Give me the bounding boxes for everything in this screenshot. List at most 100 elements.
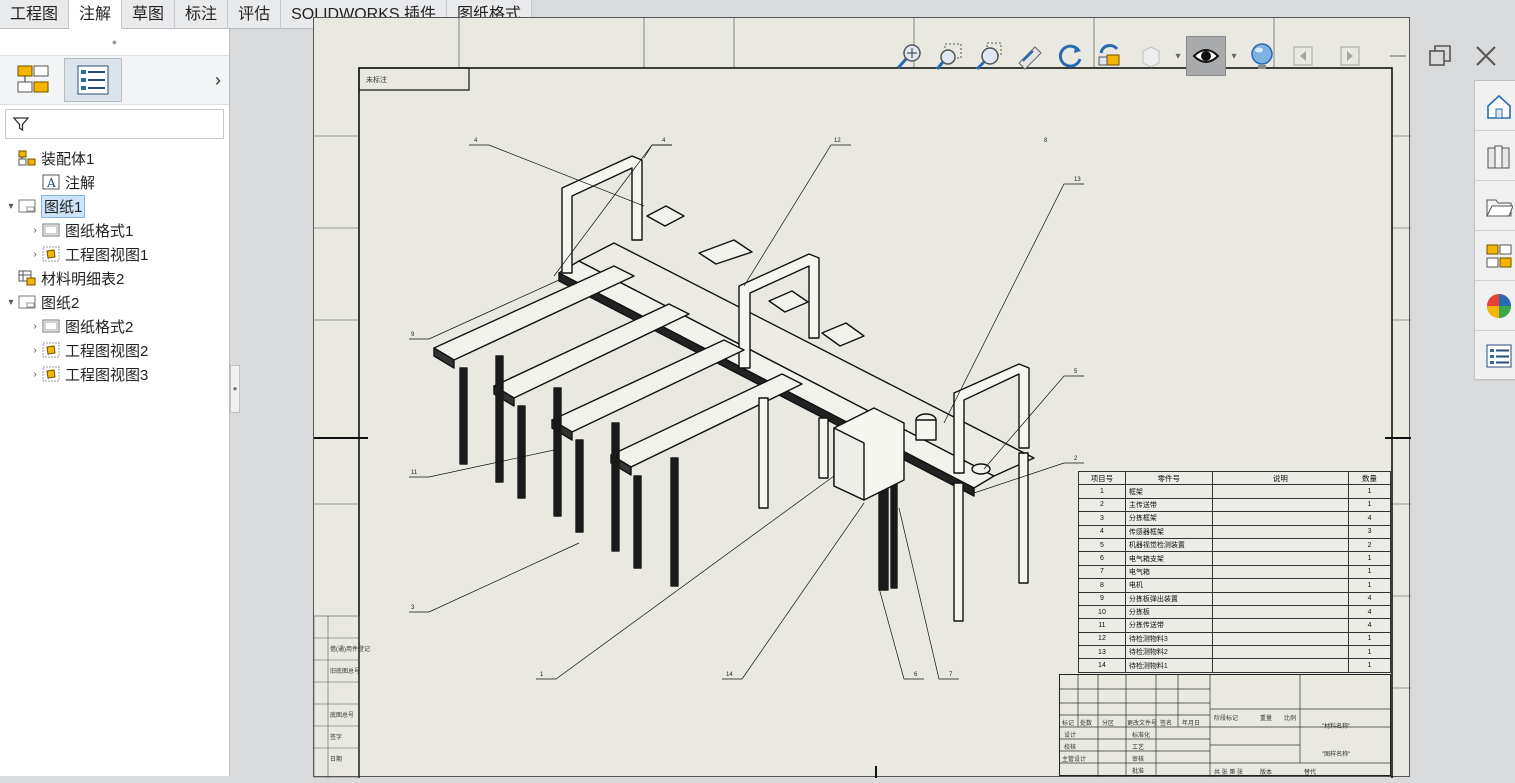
bom-icon [18, 270, 36, 286]
side-label: 日期 [330, 757, 343, 763]
bom-cell: 待检测物料3 [1124, 631, 1213, 647]
sheet-format-icon [42, 318, 60, 334]
tree-item-label: 图纸1 [41, 194, 86, 218]
bom-row: 8 电机 1 [1078, 578, 1391, 593]
balloon-label: 11 [411, 470, 418, 476]
tree-item[interactable]: › 工程图视图1 [0, 242, 229, 266]
eye-icon [1192, 49, 1220, 63]
bom-cell: 电气箱 [1124, 564, 1213, 580]
tree-item[interactable]: ▾ 图纸2 [0, 290, 229, 314]
bom-header: 项目号 [1078, 470, 1126, 486]
tb-label: 签名 [1160, 721, 1173, 727]
minimize-icon[interactable] [1380, 39, 1416, 73]
tree-item[interactable]: › 工程图视图2 [0, 338, 229, 362]
file-explorer-tab[interactable] [1475, 181, 1515, 231]
tree-item[interactable]: 装配体1 [0, 146, 229, 170]
bom-cell: 1 [1348, 658, 1391, 673]
tree-expander-icon[interactable]: ▾ [4, 297, 18, 308]
apply-scene-button[interactable] [1242, 36, 1282, 76]
hide-show-dropdown[interactable]: ▾ [1226, 36, 1242, 76]
bom-cell [1211, 511, 1350, 526]
bom-header-row: 项目号 零件号 说明 数量 [1078, 470, 1391, 486]
tree-item[interactable]: › 图纸格式1 [0, 218, 229, 242]
tab-annotation[interactable]: 注解 [69, 0, 123, 29]
previous-view-button[interactable] [970, 36, 1010, 76]
bill-of-materials-table[interactable]: 项目号 零件号 说明 数量 1 框架 1 2 主传送带 1 3 分拣框架 4 4 传感器框架 3 5 机器… [1078, 470, 1391, 673]
tree-filter[interactable] [5, 109, 224, 139]
tb-label: 校核 [1064, 745, 1077, 751]
bom-cell: 7 [1078, 564, 1126, 580]
tab-evaluate[interactable]: 评估 [228, 0, 282, 29]
tree-expander-icon[interactable]: › [28, 249, 42, 260]
hide-show-items-button[interactable] [1186, 36, 1226, 76]
bom-cell [1211, 497, 1350, 513]
section-view-button[interactable] [1010, 36, 1050, 76]
balloon-label: 6 [914, 672, 918, 678]
bom-cell: 8 [1078, 578, 1126, 593]
bom-cell [1211, 484, 1350, 499]
bom-cell: 待检测物料1 [1124, 658, 1213, 673]
panel-expand-arrow[interactable]: › [215, 70, 221, 91]
balloon-label: 1 [540, 672, 544, 678]
tree-item[interactable]: ▾ 图纸1 [0, 194, 229, 218]
tree-expander-icon[interactable]: ▾ [4, 201, 18, 212]
custom-properties-tab[interactable] [1475, 331, 1515, 381]
tb-label: 审核 [1132, 757, 1145, 763]
tree-expander-icon[interactable]: › [28, 345, 42, 356]
bom-row: 10 分拣板 4 [1078, 604, 1391, 620]
tree-item[interactable]: 材料明细表2 [0, 266, 229, 290]
zoom-to-fit-button[interactable] [890, 36, 930, 76]
side-label: 借(通)用件登记 [330, 647, 370, 653]
close-window-icon[interactable] [1468, 39, 1504, 73]
tree-expander-icon[interactable]: › [28, 369, 42, 380]
tree-expander-icon[interactable]: › [28, 225, 42, 236]
tb-label: 主管设计 [1062, 757, 1087, 763]
display-style-dropdown[interactable]: ▾ [1170, 36, 1186, 76]
feature-manager-tab[interactable] [4, 58, 62, 102]
tree-item[interactable]: › 图纸格式2 [0, 314, 229, 338]
rotate-view-button[interactable] [1050, 36, 1090, 76]
tree-item-label: 材料明细表2 [41, 270, 125, 288]
books-icon [1487, 145, 1510, 168]
bom-cell: 2 [1078, 497, 1126, 513]
bom-cell: 14 [1078, 658, 1126, 673]
zoom-area-button[interactable] [930, 36, 970, 76]
balloon-label: 4 [474, 138, 478, 144]
tab-sketch[interactable]: 草图 [122, 0, 176, 29]
display-style-button[interactable] [1130, 36, 1170, 76]
tree-item[interactable]: A 注解 [0, 170, 229, 194]
tb-label: 阶段标记 [1214, 716, 1239, 722]
side-label: 底图总号 [330, 713, 355, 719]
view-palette-tab[interactable] [1475, 231, 1515, 281]
bom-cell: 12 [1078, 631, 1126, 647]
drawing-view-icon [42, 342, 60, 358]
bom-cell: 10 [1078, 604, 1126, 620]
svg-text:A: A [46, 176, 56, 190]
bom-cell: 3 [1348, 524, 1391, 539]
bom-cell: 待检测物料2 [1124, 645, 1213, 660]
bom-cell: 电机 [1124, 578, 1213, 593]
bom-row: 4 传感器框架 3 [1078, 524, 1391, 539]
tree-item[interactable]: › 工程图视图3 [0, 362, 229, 386]
tree-expander-icon[interactable]: › [28, 321, 42, 332]
panel-splitter-handle[interactable]: ● [230, 365, 240, 413]
solidworks-resources-tab[interactable] [1475, 81, 1515, 131]
view-orientation-button[interactable] [1090, 36, 1130, 76]
appearances-tab[interactable] [1475, 281, 1515, 331]
previous-sheet-icon[interactable] [1285, 39, 1321, 73]
bom-row: 13 待检测物料2 1 [1078, 645, 1391, 660]
bom-cell: 4 [1348, 591, 1391, 606]
panel-grip-icon[interactable]: ● [0, 29, 229, 55]
design-library-tab[interactable] [1475, 131, 1515, 181]
next-sheet-icon[interactable] [1332, 39, 1368, 73]
tree-item-label: 图纸格式2 [65, 318, 134, 336]
tab-drawing[interactable]: 工程图 [0, 0, 70, 29]
bom-cell [1211, 564, 1350, 580]
scene-globe-icon [1251, 43, 1273, 69]
bom-cell: 3 [1078, 511, 1126, 526]
property-manager-tab[interactable] [64, 58, 122, 102]
annotation-icon: A [42, 174, 60, 190]
bom-cell: 1 [1348, 578, 1391, 593]
tab-dimension[interactable]: 标注 [175, 0, 229, 29]
restore-window-icon[interactable] [1422, 39, 1458, 73]
